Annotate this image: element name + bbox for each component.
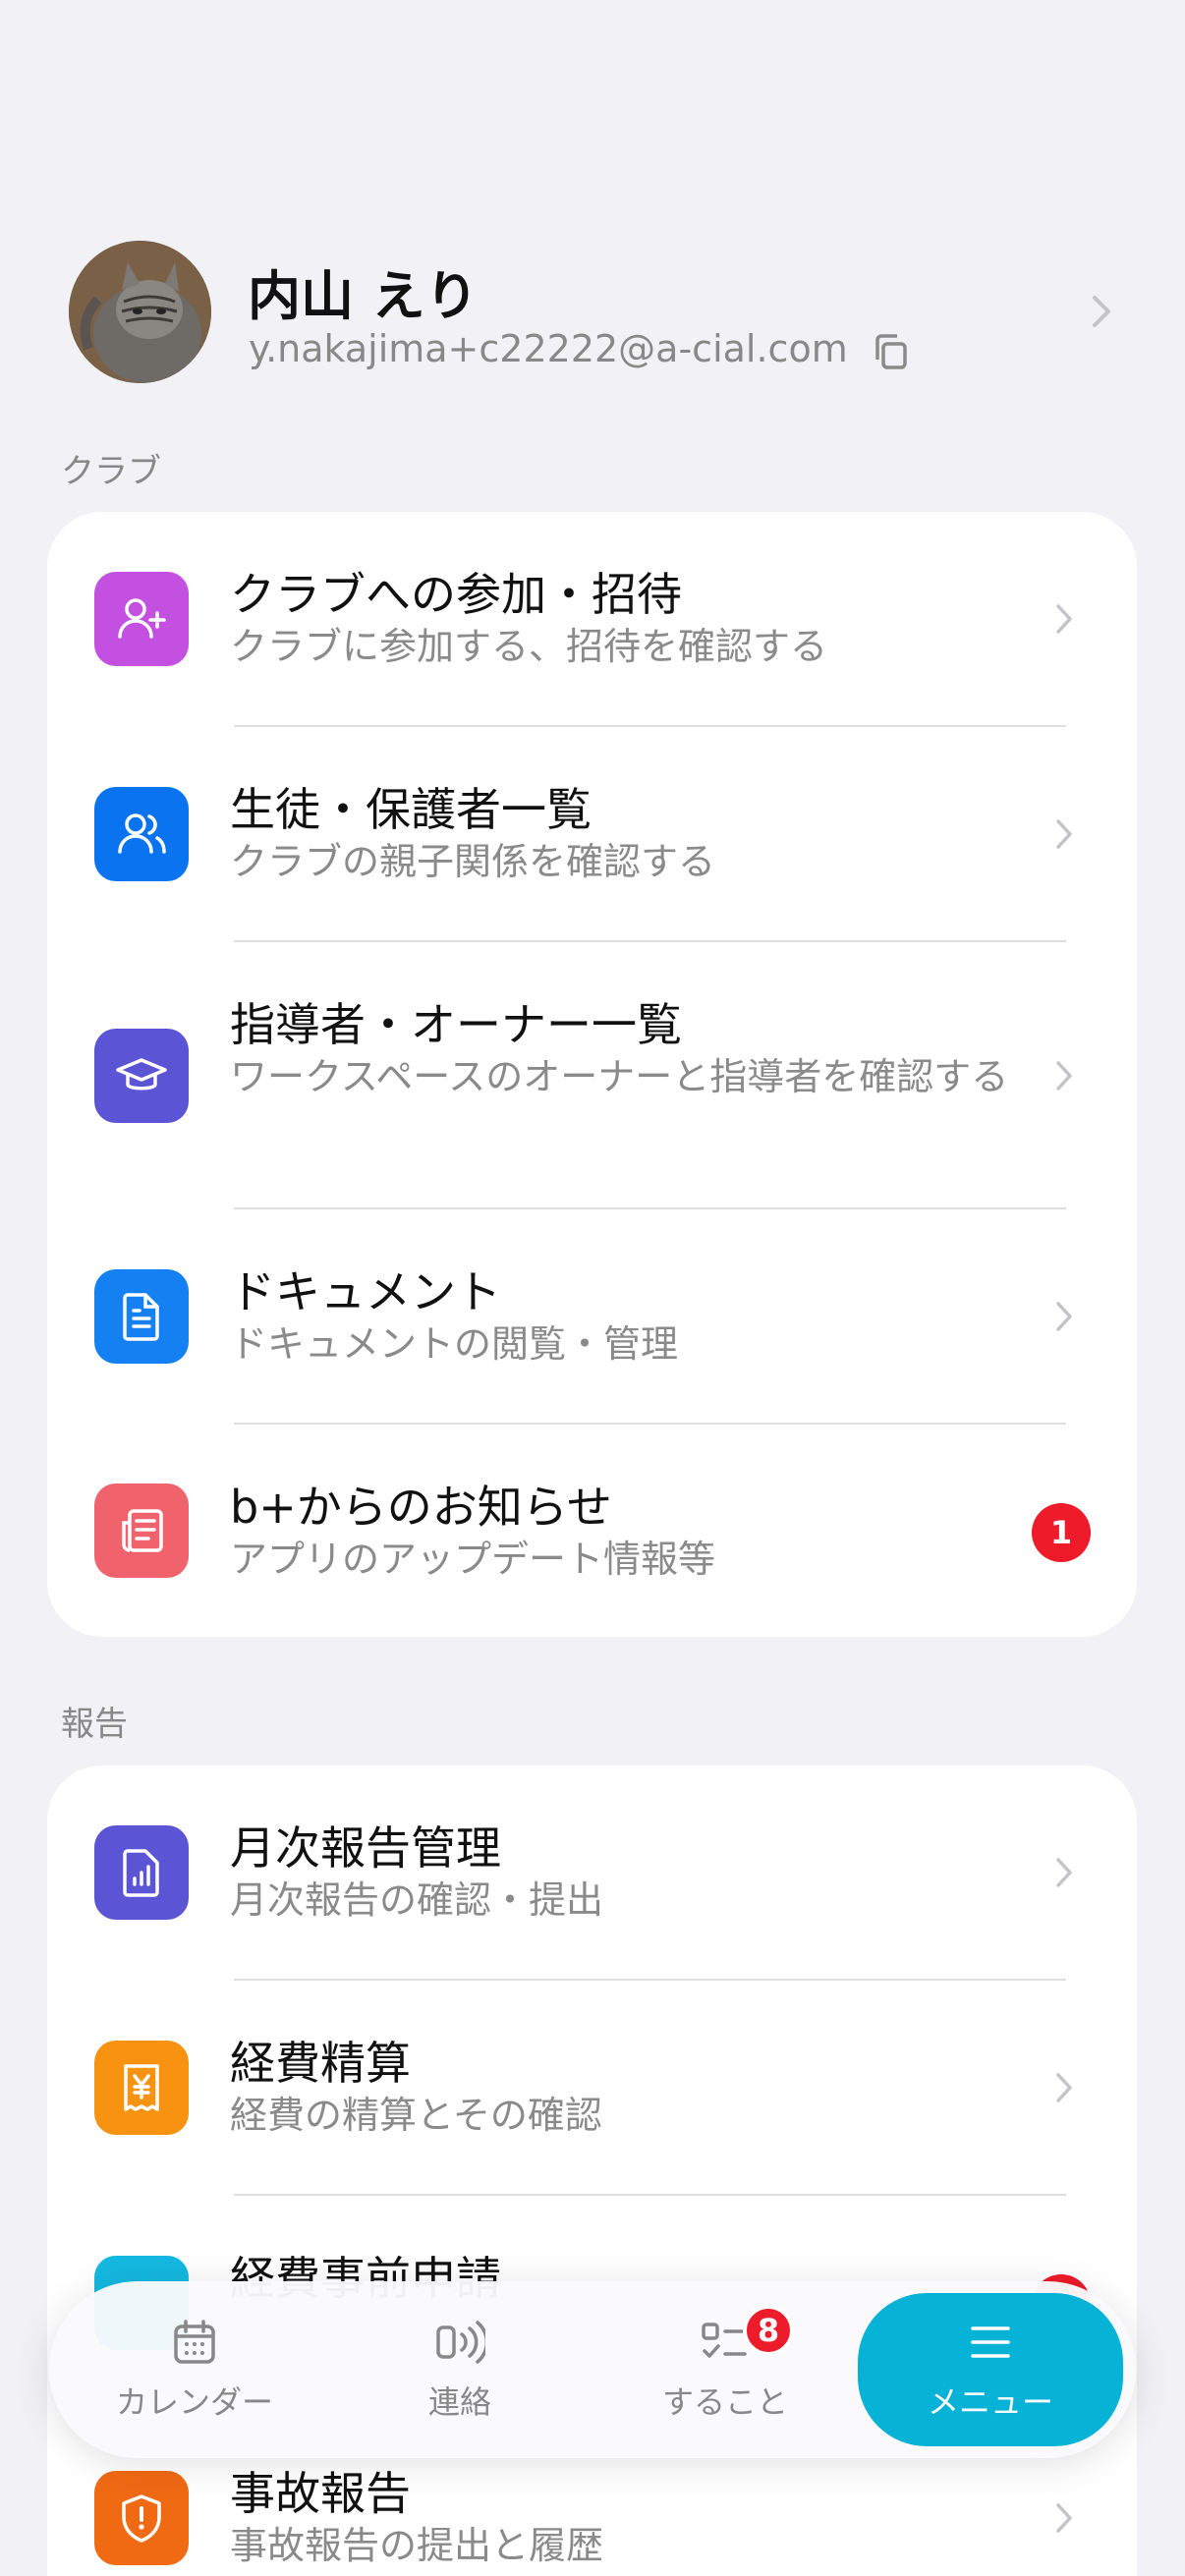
chevron-right-icon xyxy=(1056,1061,1072,1091)
chevron-right-icon xyxy=(1056,604,1072,634)
newspaper-icon xyxy=(94,1484,189,1578)
menu-item-subtitle: クラブに参加する、招待を確認する xyxy=(230,625,828,668)
avatar xyxy=(69,241,211,383)
chevron-right-icon xyxy=(1056,2503,1072,2533)
chevron-right-icon xyxy=(1056,1302,1072,1331)
notification-badge: 1 xyxy=(1032,1503,1091,1562)
menu-item-title: 事故報告 xyxy=(230,2467,411,2520)
tab-label: すること xyxy=(661,2383,788,2421)
chevron-right-icon xyxy=(1093,296,1110,327)
section-label-report: 報告 xyxy=(61,1705,128,1744)
menu-item-students-parents[interactable]: 生徒・保護者一覧 クラブの親子関係を確認する xyxy=(47,727,1137,941)
users-icon xyxy=(94,787,189,881)
tab-calendar[interactable]: カレンダー xyxy=(77,2281,312,2458)
todo-count-badge: 8 xyxy=(743,2305,794,2356)
tab-messages[interactable]: 連絡 xyxy=(342,2281,578,2458)
menu-item-title: 生徒・保護者一覧 xyxy=(230,783,592,836)
bottom-tab-bar: カレンダー 連絡 すること 8 メニュー xyxy=(49,2281,1136,2458)
user-plus-icon xyxy=(94,572,189,666)
menu-item-subtitle: ドキュメントの閲覧・管理 xyxy=(230,1322,679,1366)
menu-item-subtitle: クラブの親子関係を確認する xyxy=(230,840,716,883)
menu-item-title: 経費精算 xyxy=(230,2037,411,2090)
menu-item-coaches-owners[interactable]: 指導者・オーナー一覧 ワークスペースのオーナーと指導者を確認する xyxy=(47,942,1137,1208)
copy-icon[interactable] xyxy=(870,330,913,373)
tab-label: メニュー xyxy=(927,2383,1053,2421)
menu-item-title: b+からのお知らせ xyxy=(230,1481,612,1534)
tab-label: 連絡 xyxy=(427,2383,491,2421)
menu-item-title: 指導者・オーナー一覧 xyxy=(230,998,682,1051)
profile-email: y.nakajima+c22222@a-cial.com xyxy=(249,327,848,370)
menu-item-documents[interactable]: ドキュメント ドキュメントの閲覧・管理 xyxy=(47,1209,1137,1424)
menu-item-club-join[interactable]: クラブへの参加・招待 クラブに参加する、招待を確認する xyxy=(47,512,1137,726)
receipt-yen-icon xyxy=(94,2041,189,2135)
chevron-right-icon xyxy=(1056,2073,1072,2102)
profile-header[interactable]: 内山 えり y.nakajima+c22222@a-cial.com xyxy=(69,241,1116,383)
menu-item-expense-settlement[interactable]: 経費精算 経費の精算とその確認 xyxy=(47,1981,1137,2195)
calendar-icon xyxy=(174,2320,215,2364)
menu-item-monthly-report[interactable]: 月次報告管理 月次報告の確認・提出 xyxy=(47,1765,1137,1980)
chevron-right-icon xyxy=(1056,819,1072,849)
report-chart-icon xyxy=(94,1825,189,1920)
menu-item-subtitle: ワークスペースのオーナーと指導者を確認する xyxy=(230,1055,1009,1098)
menu-icon xyxy=(971,2326,1010,2358)
section-label-club: クラブ xyxy=(61,452,161,491)
menu-item-subtitle: 経費の精算とその確認 xyxy=(230,2094,602,2137)
menu-item-subtitle: アプリのアップデート情報等 xyxy=(230,1538,716,1581)
menu-item-title: ドキュメント xyxy=(230,1265,501,1318)
tab-todo[interactable]: すること 8 xyxy=(607,2281,843,2458)
menu-item-news[interactable]: b+からのお知らせ アプリのアップデート情報等 1 xyxy=(47,1425,1137,1637)
tab-menu[interactable]: メニュー xyxy=(858,2293,1123,2446)
profile-name: 内山 えり xyxy=(248,265,479,327)
menu-item-title: 月次報告管理 xyxy=(230,1821,501,1875)
chevron-right-icon xyxy=(1056,1858,1072,1887)
shield-alert-icon xyxy=(94,2471,189,2565)
menu-item-title: クラブへの参加・招待 xyxy=(230,568,682,621)
club-card: クラブへの参加・招待 クラブに参加する、招待を確認する 生徒・保護者一覧 クラブ… xyxy=(47,512,1137,1637)
tab-label: カレンダー xyxy=(115,2383,273,2421)
graduation-cap-icon xyxy=(94,1029,189,1123)
menu-item-subtitle: 事故報告の提出と履歴 xyxy=(230,2524,604,2567)
menu-item-subtitle: 月次報告の確認・提出 xyxy=(230,1878,604,1922)
broadcast-icon xyxy=(436,2321,485,2364)
document-icon xyxy=(94,1269,189,1364)
